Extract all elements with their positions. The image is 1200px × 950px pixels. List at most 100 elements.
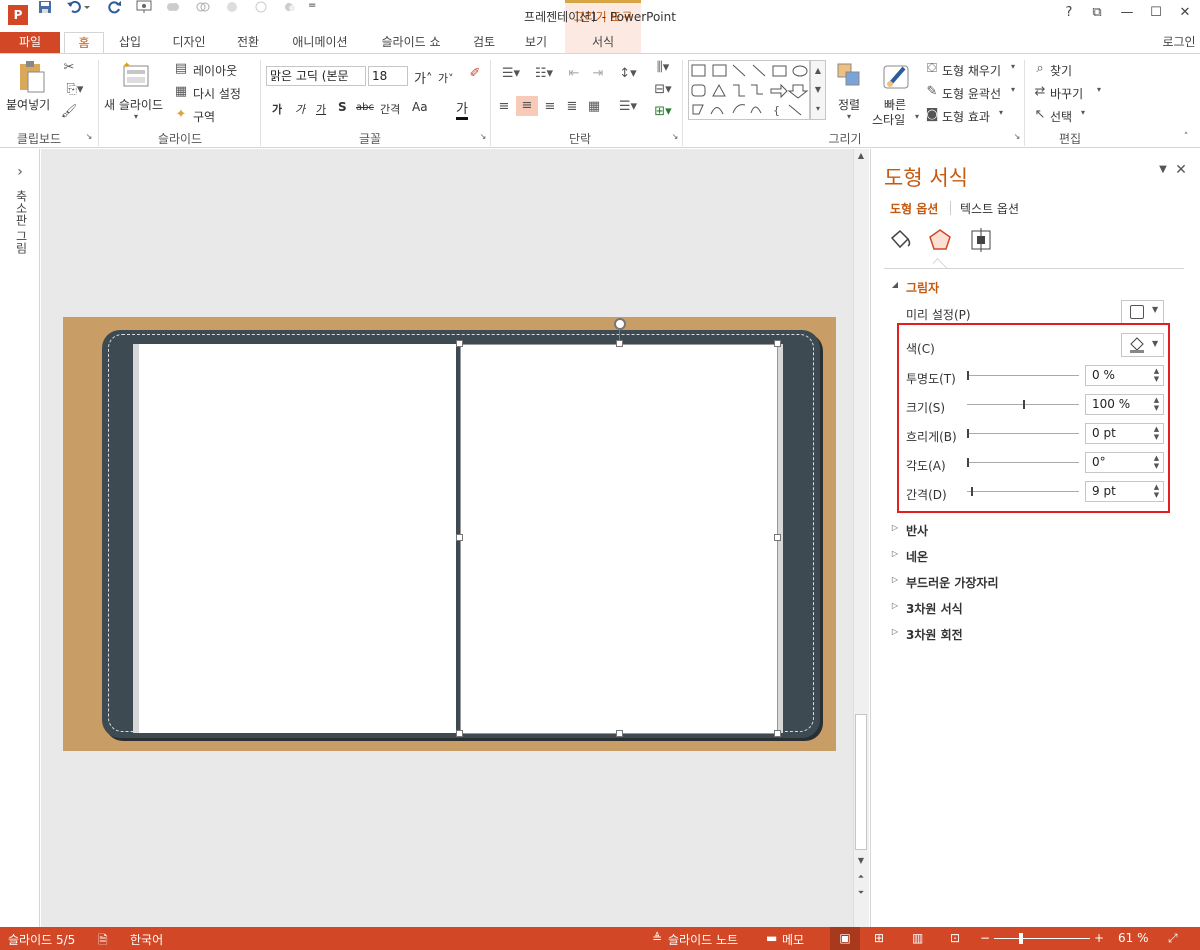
section-expand-icon[interactable]: ▷ bbox=[890, 627, 900, 636]
section-soft-edges-header[interactable]: 부드러운 가장자리 bbox=[906, 574, 999, 591]
bullets-icon[interactable]: ☰▾ bbox=[497, 66, 525, 81]
effects-icon[interactable] bbox=[927, 228, 953, 254]
shadow-preset-dropdown[interactable]: ▼ bbox=[1121, 300, 1164, 324]
paste-icon[interactable] bbox=[16, 60, 46, 94]
select-button[interactable]: 선택 bbox=[1050, 108, 1072, 125]
align-right-icon[interactable]: ≡ bbox=[542, 99, 558, 114]
layout-button[interactable]: 레이아웃 bbox=[193, 62, 237, 79]
underline-button[interactable]: 가 bbox=[316, 101, 326, 117]
signin-link[interactable]: 로그인 bbox=[1158, 32, 1200, 53]
font-name-combo[interactable]: 맑은 고딕 (본문 bbox=[266, 66, 366, 86]
language-indicator[interactable]: 한국어 bbox=[130, 931, 163, 948]
resize-handle[interactable] bbox=[456, 534, 463, 541]
shape-outline-dropdown-icon[interactable]: ▾ bbox=[1008, 85, 1018, 94]
dialog-launcher-icon[interactable]: ↘ bbox=[1012, 132, 1022, 141]
resize-handle[interactable] bbox=[456, 730, 463, 737]
pane-options-icon[interactable]: ▼ bbox=[1156, 164, 1170, 175]
format-painter-icon[interactable]: 🖌 bbox=[60, 104, 78, 119]
arrange-button[interactable]: 정렬 bbox=[838, 96, 860, 113]
tab-design[interactable]: 디자인 bbox=[164, 32, 214, 53]
shape-fill-button[interactable]: 도형 채우기 bbox=[942, 62, 1001, 79]
text-direction-icon[interactable]: ⫼▾ bbox=[650, 60, 676, 75]
strikethrough-button[interactable]: abc bbox=[356, 102, 374, 113]
line-spacing-icon[interactable]: ↕▾ bbox=[614, 66, 642, 81]
smartart-icon[interactable]: ⊞▾ bbox=[650, 104, 676, 119]
scrollbar-thumb[interactable] bbox=[855, 714, 867, 850]
align-center-icon[interactable]: ≡ bbox=[516, 96, 538, 116]
character-spacing-button[interactable]: 간격 bbox=[380, 101, 400, 117]
expand-thumbnails-icon[interactable]: › bbox=[12, 164, 28, 180]
bold-button[interactable]: 가 bbox=[272, 101, 282, 117]
align-text-icon[interactable]: ⊟▾ bbox=[650, 82, 676, 97]
zoom-slider-thumb[interactable] bbox=[1019, 933, 1023, 944]
left-page-shape[interactable] bbox=[133, 344, 456, 733]
paste-button[interactable]: 붙여넣기 bbox=[6, 96, 50, 113]
section-3d-format-header[interactable]: 3차원 서식 bbox=[906, 600, 963, 617]
shrink-font-button[interactable]: 가˅ bbox=[438, 70, 454, 86]
close-button[interactable]: ✕ bbox=[1170, 5, 1200, 25]
section-button[interactable]: 구역 bbox=[193, 108, 215, 125]
replace-button[interactable]: 바꾸기 bbox=[1050, 85, 1083, 102]
ribbon-display-options-button[interactable]: ⧉ bbox=[1082, 5, 1112, 25]
cut-icon[interactable]: ✂ bbox=[60, 60, 78, 75]
slide-counter[interactable]: 슬라이드 5/5 bbox=[8, 931, 75, 948]
distributed-icon[interactable]: ▦ bbox=[586, 99, 602, 114]
dialog-launcher-icon[interactable]: ↘ bbox=[478, 132, 488, 141]
zoom-out-button[interactable]: − bbox=[980, 931, 990, 945]
shadow-text-button[interactable]: S bbox=[338, 100, 347, 114]
tab-shape-options[interactable]: 도형 옵션 bbox=[890, 200, 938, 217]
tab-animations[interactable]: 애니메이션 bbox=[284, 32, 356, 53]
section-expand-icon[interactable]: ▷ bbox=[890, 575, 900, 584]
arrange-icon[interactable] bbox=[834, 60, 864, 90]
slide-sorter-icon[interactable]: ⊞ bbox=[874, 931, 884, 945]
section-expand-icon[interactable]: ▷ bbox=[890, 523, 900, 532]
font-size-combo[interactable]: 18 bbox=[368, 66, 408, 86]
section-reflection-header[interactable]: 반사 bbox=[906, 522, 928, 539]
tab-review[interactable]: 검토 bbox=[464, 32, 504, 53]
dialog-launcher-icon[interactable]: ↘ bbox=[670, 132, 680, 141]
previous-slide-icon[interactable]: ⏶ bbox=[855, 872, 867, 882]
spelling-check-icon[interactable]: 🗎 bbox=[98, 931, 108, 950]
change-case-button[interactable]: Aa bbox=[412, 100, 428, 114]
tab-slideshow[interactable]: 슬라이드 쇼 bbox=[372, 32, 450, 53]
fit-slide-icon[interactable]: ⤢ bbox=[1168, 931, 1178, 946]
zoom-level[interactable]: 61 % bbox=[1118, 931, 1149, 945]
shape-effects-dropdown-icon[interactable]: ▾ bbox=[996, 108, 1006, 117]
increase-indent-icon[interactable]: ⇥ bbox=[590, 66, 606, 81]
quick-styles-button-line2[interactable]: 스타일 bbox=[872, 111, 905, 128]
scroll-up-icon[interactable]: ▲ bbox=[855, 151, 867, 160]
thumbnails-label[interactable]: 축소판 그림 bbox=[10, 190, 30, 254]
shape-fill-dropdown-icon[interactable]: ▾ bbox=[1008, 62, 1018, 71]
tab-text-options[interactable]: 텍스트 옵션 bbox=[960, 200, 1019, 217]
resize-handle[interactable] bbox=[616, 730, 623, 737]
help-button[interactable]: ? bbox=[1054, 5, 1084, 25]
resize-handle[interactable] bbox=[774, 340, 781, 347]
notes-button[interactable]: 슬라이드 노트 bbox=[668, 931, 738, 948]
resize-handle[interactable] bbox=[774, 534, 781, 541]
arrange-dropdown-icon[interactable]: ▾ bbox=[844, 112, 854, 121]
section-glow-header[interactable]: 네온 bbox=[906, 548, 928, 565]
reset-button[interactable]: 다시 설정 bbox=[193, 85, 241, 102]
resize-handle[interactable] bbox=[774, 730, 781, 737]
columns-icon[interactable]: ☰▾ bbox=[614, 99, 642, 114]
next-slide-icon[interactable]: ⏷ bbox=[855, 888, 867, 898]
section-3d-rotation-header[interactable]: 3차원 회전 bbox=[906, 626, 963, 643]
numbering-icon[interactable]: ☷▾ bbox=[530, 66, 558, 81]
reading-view-icon[interactable]: ▥ bbox=[912, 931, 923, 945]
quick-styles-icon[interactable] bbox=[880, 60, 914, 94]
shapes-gallery-scroll[interactable]: ▲ ▼ ▾ bbox=[810, 60, 826, 120]
slideshow-icon[interactable]: ⊡ bbox=[950, 931, 960, 945]
shape-effects-button[interactable]: 도형 효과 bbox=[942, 108, 990, 125]
copy-icon[interactable]: ⎘▾ bbox=[60, 82, 90, 97]
font-color-button[interactable]: 가 bbox=[456, 98, 468, 120]
comments-button[interactable]: 메모 bbox=[782, 931, 804, 948]
tab-format[interactable]: 서식 bbox=[578, 32, 628, 53]
replace-dropdown-icon[interactable]: ▾ bbox=[1094, 85, 1104, 94]
close-pane-icon[interactable]: ✕ bbox=[1173, 162, 1189, 178]
section-shadow-header[interactable]: 그림자 bbox=[906, 279, 939, 296]
dialog-launcher-icon[interactable]: ↘ bbox=[84, 132, 94, 141]
new-slide-dropdown-icon[interactable]: ▾ bbox=[131, 112, 141, 121]
section-collapse-icon[interactable]: ◢ bbox=[890, 280, 900, 289]
shapes-gallery[interactable]: { bbox=[688, 60, 810, 120]
rotation-handle[interactable] bbox=[614, 318, 626, 330]
